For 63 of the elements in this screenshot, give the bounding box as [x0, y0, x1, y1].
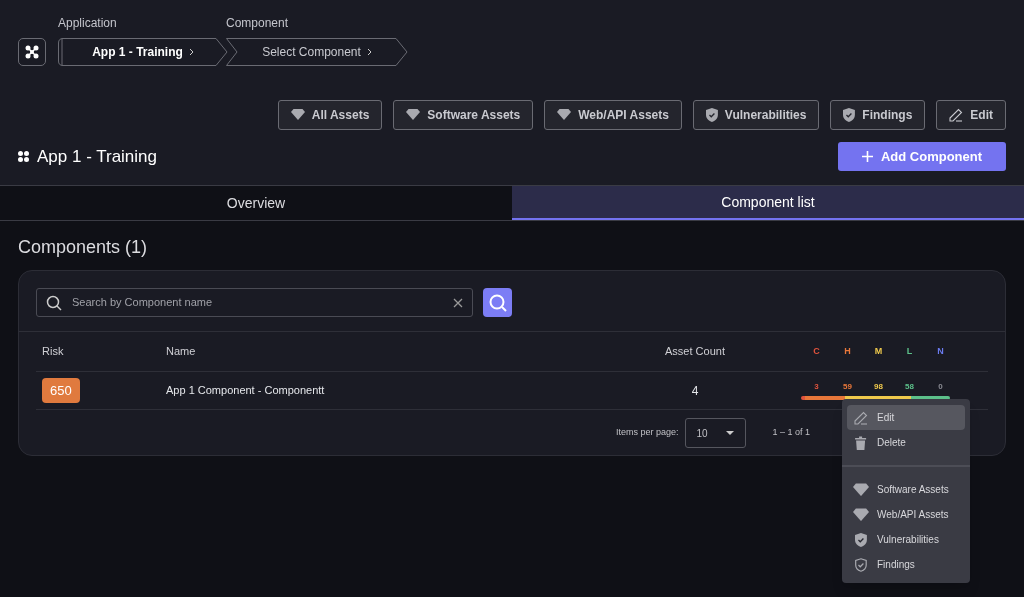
search-button[interactable] — [483, 288, 512, 317]
diamond-icon — [406, 109, 421, 121]
severity-header: L — [905, 344, 914, 358]
severity-count: 59 — [842, 381, 853, 393]
chevron-icon — [366, 48, 372, 56]
menu-item[interactable]: Edit — [847, 405, 965, 430]
shield-icon — [843, 108, 856, 122]
breadcrumb-step[interactable]: Select Component — [226, 38, 408, 66]
breadcrumb-step[interactable]: App 1 - Training — [58, 38, 228, 66]
breadcrumb-caption: Component — [226, 15, 290, 32]
toolbar-button[interactable]: Vulnerabilities — [692, 100, 820, 130]
shield-icon — [855, 532, 867, 547]
app-logo-icon[interactable] — [18, 38, 46, 66]
grid-icon — [18, 151, 29, 162]
table-cell-text: 4 — [690, 382, 700, 400]
severity-header: C — [812, 344, 821, 358]
toolbar-button[interactable]: Software Assets — [393, 100, 534, 130]
add-component-button[interactable]: Add Component — [838, 142, 1006, 171]
severity-header: H — [843, 344, 852, 358]
chevron-icon — [188, 48, 194, 56]
column-header: Asset Count — [664, 344, 726, 360]
menu-item[interactable]: Web/API Assets — [847, 502, 965, 527]
severity-count: 3 — [813, 381, 820, 393]
pencil-icon — [949, 108, 964, 122]
trash-icon — [855, 435, 867, 450]
table-cell-text: App 1 Component - Componentt — [166, 383, 326, 399]
toolbar-button[interactable]: Edit — [936, 100, 1006, 130]
shield-icon — [705, 108, 718, 122]
clear-icon[interactable] — [453, 297, 463, 308]
caret-icon — [725, 431, 734, 435]
severity-count: 58 — [904, 381, 915, 393]
diamond-icon — [853, 507, 869, 522]
items-per-page-label: Items per page: — [616, 426, 679, 440]
menu-item[interactable]: Vulnerabilities — [847, 527, 965, 552]
severity-count: 98 — [873, 381, 884, 393]
shield-check-icon — [855, 557, 867, 572]
risk-score: 650 — [42, 377, 80, 404]
page-title: App 1 - Training — [37, 145, 157, 168]
search-icon — [46, 294, 62, 311]
diamond-icon — [557, 109, 572, 121]
search-input[interactable]: Search by Component name — [72, 294, 443, 311]
menu-item[interactable]: Software Assets — [847, 477, 965, 502]
toolbar-button[interactable]: Web/API Assets — [544, 100, 682, 130]
search-icon — [487, 292, 508, 313]
severity-header: M — [873, 344, 884, 358]
page-size-select[interactable]: 10 — [684, 418, 746, 448]
section-title: Components (1) — [18, 236, 149, 259]
toolbar-button[interactable]: All Assets — [277, 100, 383, 130]
column-header: Name — [166, 344, 197, 360]
plus-icon — [861, 151, 873, 162]
breadcrumb-caption: Application — [58, 15, 118, 32]
diamond-icon — [853, 482, 869, 497]
severity-header: N — [936, 344, 945, 358]
column-header: Risk — [41, 344, 65, 360]
pencil-icon — [854, 410, 868, 425]
tab[interactable]: Component list — [512, 186, 1024, 220]
toolbar-button[interactable]: Findings — [830, 100, 926, 130]
severity-count: 0 — [937, 381, 944, 393]
diamond-icon — [290, 109, 305, 121]
menu-item[interactable]: Findings — [847, 552, 965, 577]
page-range: 1 – 1 of 1 — [772, 426, 811, 440]
search-field[interactable]: Search by Component name — [36, 288, 473, 317]
menu-item[interactable]: Delete — [847, 430, 965, 455]
